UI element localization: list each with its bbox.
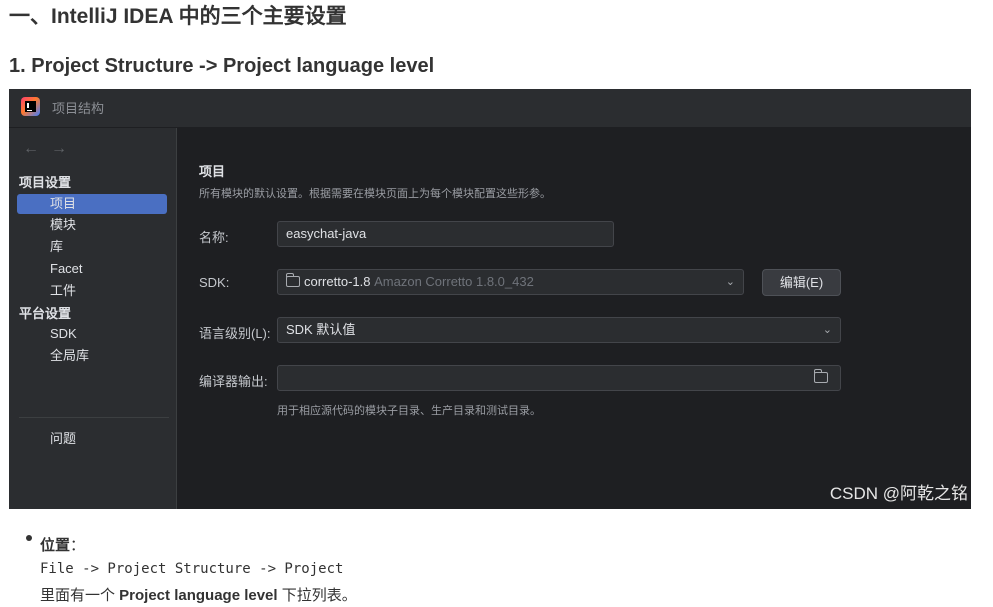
description-bold: Project language level	[119, 587, 278, 604]
sdk-folder-icon	[285, 273, 300, 287]
compiler-output-label: 编译器输出:	[199, 374, 268, 389]
article-heading-2: 1. Project Structure -> Project language…	[9, 55, 435, 77]
project-name-input[interactable]: easychat-java	[277, 221, 614, 247]
csdn-watermark: CSDN @阿乾之铭	[829, 484, 968, 503]
language-level-label: 语言级别(L):	[199, 326, 271, 341]
dialog-titlebar: 项目结构	[9, 89, 971, 128]
location-label: 位置：	[40, 534, 85, 555]
sidebar-item-libraries[interactable]: 库	[17, 237, 167, 257]
compiler-output-input[interactable]	[277, 365, 841, 391]
back-arrow-icon[interactable]: ←	[23, 140, 39, 158]
forward-arrow-icon[interactable]: →	[51, 140, 67, 158]
name-label: 名称:	[199, 230, 229, 245]
sdk-dropdown[interactable]: corretto-1.8 Amazon Corretto 1.8.0_432 ⌄	[277, 269, 744, 295]
compiler-output-hint: 用于相应源代码的模块子目录、生产目录和测试目录。	[277, 405, 541, 417]
project-settings-panel: 项目 所有模块的默认设置。根据需要在模块页面上为每个模块配置这些形参。 名称: …	[177, 128, 971, 509]
sdk-chevron-down-icon: ⌄	[725, 276, 735, 288]
settings-sidebar: ← → 项目设置 项目 模块 库 Facet 工件 平台设置 SDK 全局库 问…	[9, 128, 177, 509]
description-prefix: 里面有一个	[40, 587, 120, 604]
browse-folder-icon[interactable]	[813, 369, 828, 383]
location-label-bold: 位置	[40, 537, 71, 554]
language-level-chevron-down-icon: ⌄	[822, 324, 832, 336]
list-bullet	[26, 535, 32, 541]
panel-description: 所有模块的默认设置。根据需要在模块页面上为每个模块配置这些形参。	[199, 188, 551, 200]
sidebar-item-artifacts[interactable]: 工件	[17, 281, 167, 301]
sdk-detail: Amazon Corretto 1.8.0_432	[374, 274, 534, 289]
menu-path-code: File -> Project Structure -> Project	[40, 561, 344, 577]
sidebar-item-facets[interactable]: Facet	[17, 259, 167, 279]
panel-title: 项目	[199, 164, 226, 179]
edit-sdk-button[interactable]: 编辑(E)	[762, 269, 841, 296]
sidebar-item-global-libraries[interactable]: 全局库	[17, 346, 167, 366]
sdk-label: SDK:	[199, 275, 230, 290]
description-text: 里面有一个 Project language level 下拉列表。	[40, 584, 357, 605]
project-name-value: easychat-java	[286, 226, 367, 241]
description-suffix: 下拉列表。	[277, 587, 357, 604]
language-level-value: SDK 默认值	[286, 322, 356, 337]
language-level-dropdown[interactable]: SDK 默认值 ⌄	[277, 317, 841, 343]
project-structure-dialog: 项目结构 ← → 项目设置 项目 模块 库 Facet 工件 平台设置 SDK …	[9, 89, 971, 509]
sidebar-item-modules[interactable]: 模块	[17, 215, 167, 235]
sidebar-divider	[19, 417, 169, 418]
location-label-colon: ：	[70, 537, 86, 554]
sidebar-item-problems[interactable]: 问题	[17, 429, 167, 449]
section-project-settings: 项目设置	[19, 175, 72, 190]
dialog-title: 项目结构	[52, 101, 105, 116]
section-platform-settings: 平台设置	[19, 306, 72, 321]
sdk-value: corretto-1.8	[304, 274, 371, 289]
intellij-idea-icon	[21, 97, 40, 116]
sidebar-item-sdk[interactable]: SDK	[17, 324, 167, 344]
article-heading-1: 一、IntelliJ IDEA 中的三个主要设置	[9, 5, 347, 28]
sidebar-item-project[interactable]: 项目	[17, 194, 167, 214]
